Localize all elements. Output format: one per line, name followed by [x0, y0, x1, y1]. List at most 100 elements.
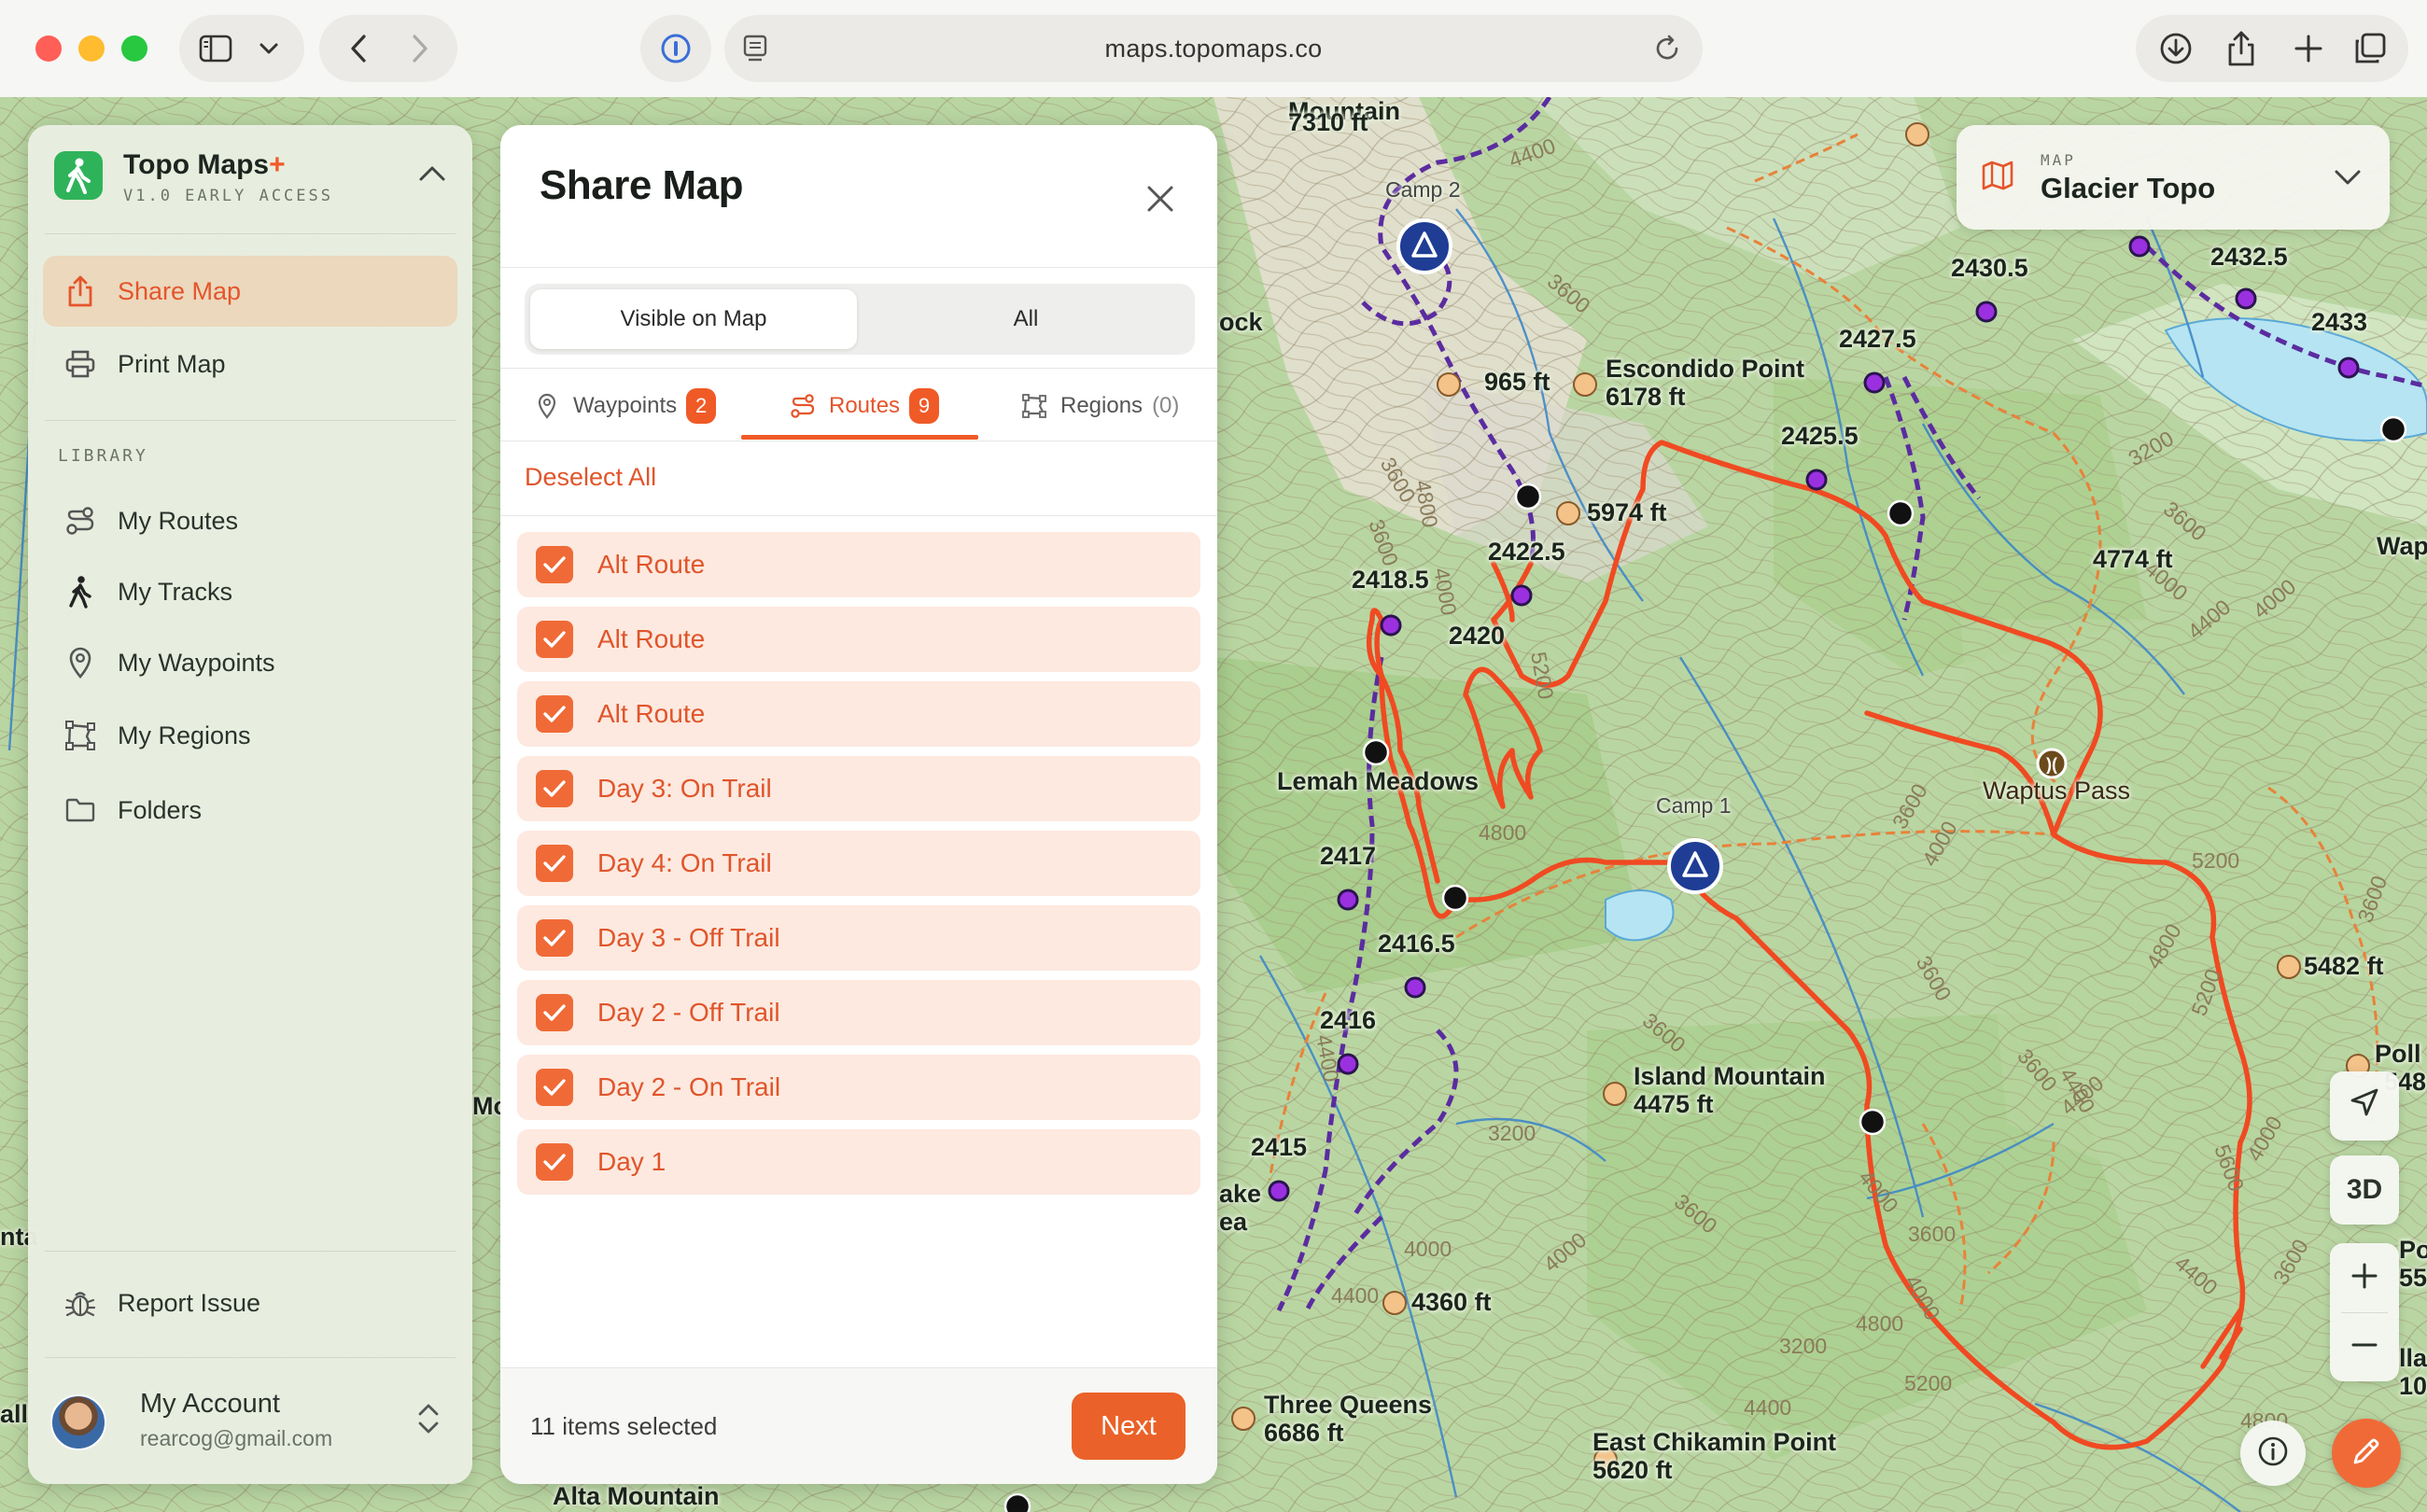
route-checkbox[interactable] — [536, 845, 573, 882]
map-label-east-chikamin-point[interactable]: East Chikamin Point — [1592, 1428, 1836, 1456]
map-label-10[interactable]: 10 — [2399, 1372, 2427, 1400]
map-label-4360ft[interactable]: 4360 ft — [1411, 1288, 1492, 1316]
minimize-window-button[interactable] — [78, 35, 105, 62]
map-label-wp-2432-5[interactable]: 2432.5 — [2210, 243, 2288, 271]
map-label-all[interactable]: all — [0, 1400, 28, 1428]
download-icon[interactable] — [2145, 15, 2207, 82]
map-label-three-queens-elev[interactable]: 6686 ft — [1264, 1419, 1344, 1447]
map-label-5974ft[interactable]: 5974 ft — [1587, 498, 1667, 526]
zoom-in-button[interactable] — [2330, 1243, 2399, 1312]
map-label-wp-2416[interactable]: 2416 — [1320, 1006, 1376, 1034]
zoom-window-button[interactable] — [121, 35, 147, 62]
route-checkbox[interactable] — [536, 621, 573, 658]
address-bar[interactable]: maps.topomaps.co — [724, 15, 1703, 82]
edit-button[interactable] — [2332, 1419, 2401, 1488]
route-row[interactable]: Day 1 — [517, 1129, 1200, 1195]
map-label-mountain-elev[interactable]: 7310 ft — [1288, 108, 1368, 136]
tabs-overview-icon[interactable] — [2339, 15, 2401, 82]
map-label-ake[interactable]: ake — [1219, 1180, 1261, 1208]
map-label-wp-2430-5[interactable]: 2430.5 — [1951, 254, 2028, 282]
tab-routes[interactable]: Routes 9 — [790, 370, 940, 442]
3d-toggle-button[interactable]: 3D — [2330, 1155, 2399, 1225]
sidebar-item-share-map[interactable]: Share Map — [43, 256, 457, 327]
map-label-ock[interactable]: ock — [1219, 308, 1263, 336]
map-label-escondido-elev[interactable]: 6178 ft — [1606, 383, 1686, 411]
route-label: Alt Route — [597, 624, 706, 653]
route-checkbox[interactable] — [536, 770, 573, 807]
map-label-wp-2427-5[interactable]: 2427.5 — [1839, 325, 1916, 353]
segment-visible-on-map[interactable]: Visible on Map — [530, 289, 857, 349]
route-row[interactable]: Day 2 - Off Trail — [517, 980, 1200, 1045]
map-label-4774ft[interactable]: 4774 ft — [2093, 545, 2173, 573]
map-label-po[interactable]: Po — [2399, 1236, 2427, 1264]
map-label-965ft[interactable]: 965 ft — [1484, 368, 1550, 396]
share-icon[interactable] — [2210, 15, 2272, 82]
map-label-escondido-point[interactable]: Escondido Point — [1606, 355, 1804, 383]
map-label-wp-2418-5[interactable]: 2418.5 — [1352, 566, 1429, 594]
map-label-55[interactable]: 55 — [2399, 1264, 2427, 1292]
info-button[interactable] — [2240, 1421, 2306, 1486]
chevron-down-icon[interactable] — [248, 15, 289, 82]
map-label-camp1[interactable]: Camp 1 — [1656, 791, 1732, 819]
close-icon[interactable] — [1144, 183, 1176, 215]
map-label-wp-2425-5[interactable]: 2425.5 — [1781, 422, 1859, 450]
map-style-selector[interactable]: MAP Glacier Topo — [1957, 125, 2390, 230]
map-label-wp-2416-5[interactable]: 2416.5 — [1378, 930, 1455, 958]
map-label-three-queens[interactable]: Three Queens — [1264, 1391, 1432, 1419]
map-label-lla[interactable]: lla — [2399, 1344, 2427, 1372]
route-checkbox[interactable] — [536, 919, 573, 957]
account-menu[interactable]: My Account rearcog@gmail.com — [43, 1368, 457, 1471]
reload-icon[interactable] — [1652, 34, 1682, 68]
map-label-alta-mountain[interactable]: Alta Mountain — [553, 1482, 719, 1510]
sidebar-item-print-map[interactable]: Print Map — [43, 329, 457, 399]
route-row[interactable]: Day 3: On Trail — [517, 756, 1200, 821]
chevron-up-icon[interactable] — [418, 162, 446, 185]
zoom-out-button[interactable] — [2330, 1312, 2399, 1381]
route-checkbox[interactable] — [536, 1143, 573, 1181]
map-label-wp-2415[interactable]: 2415 — [1251, 1133, 1307, 1161]
map-label-poll[interactable]: Poll — [2375, 1040, 2421, 1068]
map-label-camp2[interactable]: Camp 2 — [1385, 175, 1461, 203]
map-label-wp-2417[interactable]: 2417 — [1320, 842, 1376, 870]
locate-button[interactable] — [2330, 1071, 2399, 1141]
route-row[interactable]: Day 2 - On Trail — [517, 1055, 1200, 1120]
map-label-ea[interactable]: ea — [1219, 1208, 1247, 1236]
route-row[interactable]: Alt Route — [517, 607, 1200, 672]
route-row[interactable]: Alt Route — [517, 681, 1200, 747]
tab-waypoints[interactable]: Waypoints 2 — [534, 370, 717, 442]
map-label-east-chikamin-elev[interactable]: 5620 ft — [1592, 1456, 1673, 1484]
map-label-island-mountain[interactable]: Island Mountain — [1634, 1062, 1826, 1090]
divider — [45, 1357, 456, 1358]
map-label-lemah-meadows[interactable]: Lemah Meadows — [1277, 767, 1479, 795]
tab-regions[interactable]: Regions (0) — [1021, 370, 1179, 442]
map-label-5482ft[interactable]: 5482 ft — [2304, 952, 2384, 980]
map-label-waptus-pass[interactable]: Waptus Pass — [1983, 777, 2130, 805]
route-checkbox[interactable] — [536, 695, 573, 733]
report-issue-button[interactable]: Report Issue — [43, 1267, 457, 1338]
map-label-wp-2422-5[interactable]: 2422.5 — [1488, 538, 1565, 566]
route-checkbox[interactable] — [536, 546, 573, 583]
route-checkbox[interactable] — [536, 1069, 573, 1106]
map-label-island-elev[interactable]: 4475 ft — [1634, 1090, 1714, 1118]
route-row[interactable]: Day 3 - Off Trail — [517, 905, 1200, 971]
map-label-wap[interactable]: Wap — [2377, 532, 2427, 560]
deselect-all-button[interactable]: Deselect All — [525, 463, 656, 492]
map-label-wp-2433[interactable]: 2433 — [2311, 308, 2367, 336]
back-icon[interactable] — [332, 15, 385, 82]
sidebar-item-my-waypoints[interactable]: My Waypoints — [43, 627, 457, 698]
sidebar-item-my-tracks[interactable]: My Tracks — [43, 556, 457, 627]
map-label-wp-2420[interactable]: 2420 — [1449, 622, 1505, 650]
new-tab-icon[interactable] — [2278, 15, 2339, 82]
forward-icon[interactable] — [394, 15, 446, 82]
segment-all[interactable]: All — [863, 289, 1189, 349]
sidebar-item-my-routes[interactable]: My Routes — [43, 485, 457, 556]
route-row[interactable]: Day 4: On Trail — [517, 831, 1200, 896]
route-row[interactable]: Alt Route — [517, 532, 1200, 597]
close-window-button[interactable] — [35, 35, 62, 62]
route-checkbox[interactable] — [536, 994, 573, 1031]
sidebar-item-folders[interactable]: Folders — [43, 775, 457, 846]
sidebar-toggle-icon[interactable] — [192, 15, 239, 82]
sidebar-item-my-regions[interactable]: My Regions — [43, 700, 457, 771]
next-button[interactable]: Next — [1072, 1393, 1185, 1460]
password-button[interactable] — [640, 15, 711, 82]
